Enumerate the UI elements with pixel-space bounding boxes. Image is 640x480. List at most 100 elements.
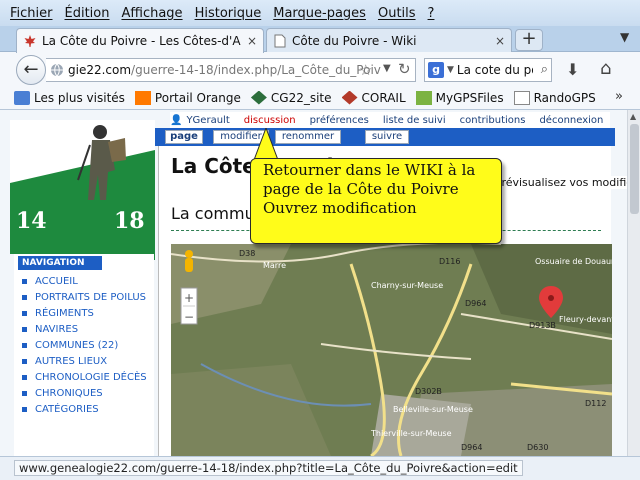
map-label-d964-south: D964 [461,443,482,452]
menu-bar: Fichier Édition Affichage Historique Mar… [0,0,640,26]
url-bar[interactable]: gie22.com /guerre-14-18/index.php/La_Côt… [46,58,416,82]
map-label-marre: Marre [263,261,286,270]
bookmark-star-icon[interactable]: ☆ [359,61,372,79]
scroll-up-icon[interactable]: ▲ [630,112,636,121]
user-icon: 👤 [170,114,183,126]
user-link-contributions[interactable]: contributions [460,115,526,126]
download-icon[interactable]: ⬇ [566,60,579,79]
tab-cote-du-poivre-wiki[interactable]: Côte du Poivre - Wiki × [266,28,512,52]
callout-line-2: page de la Côte du Poivre [263,180,459,198]
edit-tooltip-text: Prévisualisez vos modifications, s'il vo… [495,176,627,189]
bookmark-label: Les plus visités [34,90,125,105]
home-icon[interactable]: ⌂ [600,58,611,79]
map-canvas[interactable]: + − D38 D116 Marre Charny-sur-Meuse D964… [171,244,612,456]
bookmark-randogps[interactable]: RandoGPS [513,90,596,105]
user-links: 👤 YGerault discussion préférences liste … [170,112,610,128]
user-link-preferences[interactable]: préférences [310,115,369,126]
map-label-d116: D116 [439,257,460,266]
pegman-icon[interactable] [185,250,193,272]
navigation-bar: gie22.com /guerre-14-18/index.php/La_Côt… [0,52,640,86]
back-button[interactable]: ← [16,55,46,85]
url-history-dropdown-icon[interactable]: ▼ [383,63,391,74]
site-logo[interactable]: 14 18 [10,120,155,260]
tab-label: La Côte du Poivre - Les Côtes-d'Armor ..… [42,34,241,48]
nav-item-chroniques[interactable]: CHRONIQUES [14,386,154,401]
page-tabs: page modifier renommer suivre [155,128,615,146]
corail-icon [341,90,358,105]
menu-affichage[interactable]: Affichage [121,6,182,21]
tab-list-icon[interactable]: ▼ [620,30,629,44]
edit-tooltip: Prévisualisez vos modifications, s'il vo… [495,176,627,189]
callout-line-3: Ouvrez modification [263,199,417,217]
most-visited-icon [14,90,30,105]
reload-icon[interactable]: ↻ [398,60,411,78]
nav-item-regiments[interactable]: RÉGIMENTS [14,306,154,321]
zoom-out-icon[interactable]: − [184,310,194,324]
tab-cote-du-poivre-gie22[interactable]: La Côte du Poivre - Les Côtes-d'Armor ..… [16,28,264,53]
maple-leaf-favicon-icon [23,34,37,48]
search-bar[interactable]: g ▼ La cote du poivre ⌕ [424,58,552,82]
map-embed[interactable]: + − D38 D116 Marre Charny-sur-Meuse D964… [171,244,612,456]
zoom-in-icon[interactable]: + [184,291,194,305]
menu-edition[interactable]: Édition [65,6,110,21]
bookmark-corail[interactable]: CORAIL [341,90,406,105]
nav-item-communes[interactable]: COMMUNES (22) [14,338,154,353]
url-host: gie22.com [68,63,132,77]
tab-page[interactable]: page [165,130,203,144]
sidebar-navigation: NAVIGATION ACCUEIL PORTRAITS DE POILUS R… [14,254,154,456]
tab-bar: La Côte du Poivre - Les Côtes-d'Armor ..… [0,26,640,53]
bookmark-cg22[interactable]: CG22_site [250,90,332,105]
search-engine-dropdown-icon[interactable]: ▼ [447,65,454,75]
user-link-username[interactable]: YGerault [186,115,229,126]
status-bar: www.genealogie22.com/guerre-14-18/index.… [0,456,640,480]
sidebar-gutter [0,254,14,456]
bookmark-label: Portail Orange [154,90,241,105]
menu-historique[interactable]: Historique [195,6,262,21]
menu-fichier[interactable]: Fichier [10,6,53,21]
menu-marque-pages[interactable]: Marque-pages [273,6,366,21]
callout-pointer [253,128,279,161]
menu-help[interactable]: ? [428,6,435,21]
search-icon[interactable]: ⌕ [541,62,548,77]
nav-item-portraits[interactable]: PORTRAITS DE POILUS [14,290,154,305]
bookmark-label: CG22_site [270,90,332,105]
user-link-logout[interactable]: déconnexion [539,115,603,126]
vertical-scrollbar[interactable]: ▲ [627,110,640,456]
orange-logo-icon [134,90,151,105]
nav-item-categories[interactable]: CATÉGORIES [14,402,154,417]
map-label-d38: D38 [239,249,255,258]
bookmark-most-visited[interactable]: Les plus visités [14,90,125,105]
page-icon [513,90,530,105]
bookmark-mygpsfiles[interactable]: MyGPSFiles [415,90,504,105]
bookmark-label: CORAIL [361,90,406,105]
cg22-icon [250,90,267,105]
map-label-d913b: D913B [529,321,556,330]
user-link-watchlist[interactable]: liste de suivi [383,115,446,126]
scrollbar-thumb[interactable] [630,124,639,214]
mygps-icon [415,90,432,105]
nav-item-accueil[interactable]: ACCUEIL [14,274,154,289]
nav-item-autres-lieux[interactable]: AUTRES LIEUX [14,354,154,369]
tab-label: Côte du Poivre - Wiki [292,33,417,48]
map-label-belleville: Belleville-sur-Meuse [393,405,473,414]
search-input[interactable]: La cote du poivre [457,63,533,77]
nav-item-chronologie[interactable]: CHRONOLOGIE DÉCÈS [14,370,154,385]
tab-suivre[interactable]: suivre [365,130,409,144]
tab-renommer[interactable]: renommer [275,130,341,144]
map-label-d302b: D302B [415,387,442,396]
map-label-fleury: Fleury-devant-Douaumont [559,315,612,324]
nav-item-navires[interactable]: NAVIRES [14,322,154,337]
bookmarks-overflow-icon[interactable]: » [615,89,623,104]
bookmarks-bar: Les plus visités Portail Orange CG22_sit… [0,86,640,110]
new-tab-button[interactable]: + [515,29,543,51]
map-label-charny: Charny-sur-Meuse [371,281,443,290]
tab-close-icon[interactable]: × [495,34,505,48]
tab-close-icon[interactable]: × [247,34,257,48]
menu-outils[interactable]: Outils [378,6,416,21]
navigation-header: NAVIGATION [18,256,102,270]
bookmark-portail-orange[interactable]: Portail Orange [134,90,241,105]
navigation-list: ACCUEIL PORTRAITS DE POILUS RÉGIMENTS NA… [14,274,154,418]
user-link-discussion[interactable]: discussion [244,115,296,126]
url-path: /guerre-14-18/index.php/La_Côte_du_Poivr… [131,63,382,77]
map-label-d112: D112 [585,399,606,408]
